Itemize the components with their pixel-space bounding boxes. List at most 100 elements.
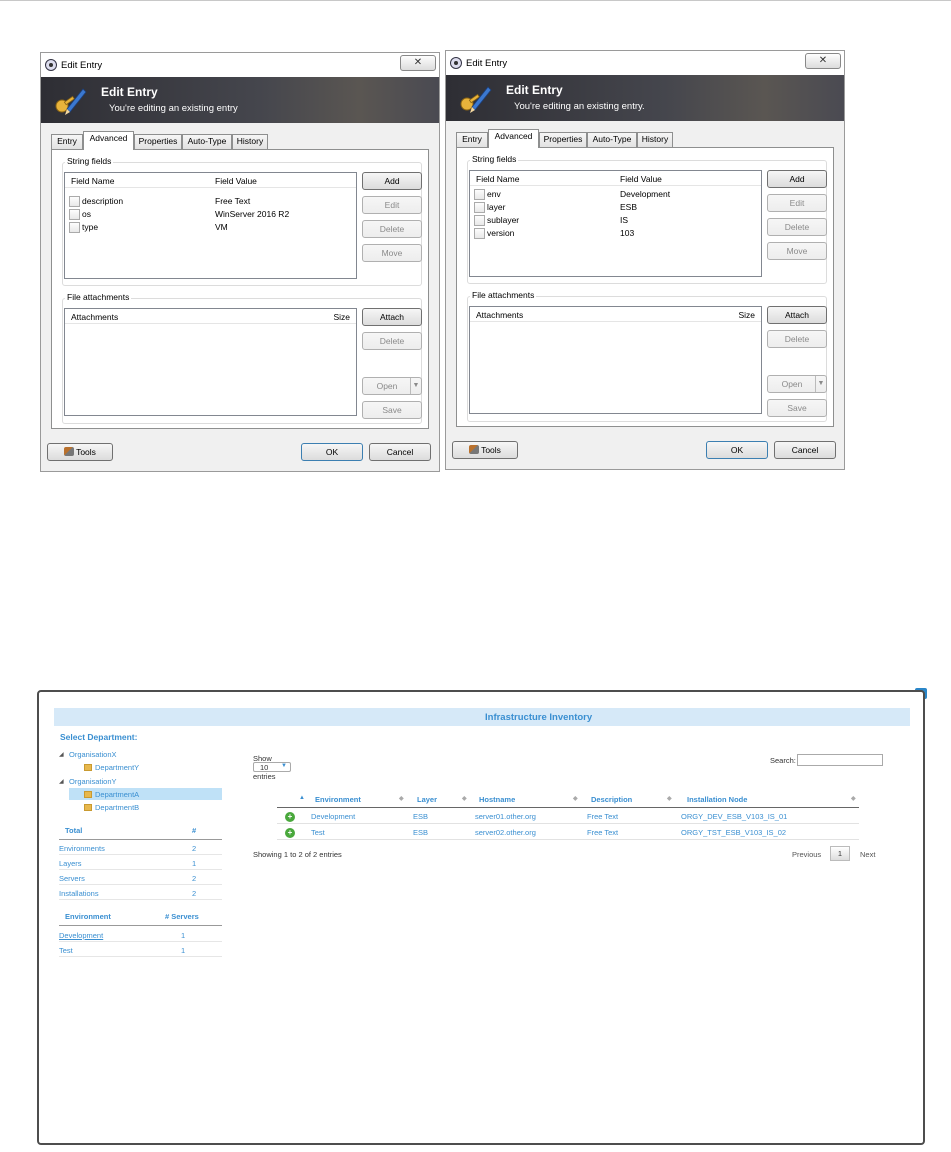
expand-triangle-icon[interactable]: ◢ — [59, 778, 64, 785]
tab-advanced[interactable]: Advanced — [83, 131, 134, 150]
col-environment[interactable]: Environment — [315, 795, 361, 804]
sort-icon[interactable]: ◆ — [851, 795, 856, 802]
tab-properties[interactable]: Properties — [539, 132, 587, 147]
expand-triangle-icon[interactable]: ◢ — [59, 751, 64, 758]
list-item[interactable]: os WinServer 2016 R2 — [65, 208, 356, 221]
edit-button[interactable]: Edit — [362, 196, 422, 214]
move-button[interactable]: Move — [362, 244, 422, 262]
expand-plus-icon[interactable]: + — [285, 812, 295, 822]
attachments-header[interactable]: Attachments — [71, 312, 118, 322]
totals-row: Layers 1 — [59, 856, 222, 870]
row-checkbox[interactable] — [69, 209, 80, 220]
attachments-header[interactable]: Attachments — [476, 310, 523, 320]
col-layer[interactable]: Layer — [417, 795, 437, 804]
col-hostname[interactable]: Hostname — [479, 795, 515, 804]
list-item[interactable]: sublayer IS — [470, 214, 761, 227]
size-header[interactable]: Size — [333, 312, 350, 322]
row-checkbox[interactable] — [69, 222, 80, 233]
delete-attachment-button[interactable]: Delete — [767, 330, 827, 348]
tab-entry[interactable]: Entry — [51, 134, 83, 149]
sort-icon[interactable]: ◆ — [399, 795, 404, 802]
tab-entry[interactable]: Entry — [456, 132, 488, 147]
list-item[interactable]: description Free Text — [65, 195, 356, 208]
field-value-header[interactable]: Field Value — [620, 174, 662, 184]
field-value-header[interactable]: Field Value — [215, 176, 257, 186]
attach-button[interactable]: Attach — [362, 308, 422, 326]
open-button[interactable]: Open ▼ — [362, 377, 422, 395]
attach-button[interactable]: Attach — [767, 306, 827, 324]
save-button[interactable]: Save — [362, 401, 422, 419]
edit-entry-window-1: Edit Entry ✕ Edit Entry You're editing a… — [40, 52, 440, 472]
size-header[interactable]: Size — [738, 310, 755, 320]
env-link[interactable]: Test — [59, 946, 73, 955]
edit-button[interactable]: Edit — [767, 194, 827, 212]
table-row[interactable]: + Development ESB server01.other.org Fre… — [277, 808, 859, 824]
row-checkbox[interactable] — [474, 189, 485, 200]
row-checkbox[interactable] — [474, 228, 485, 239]
row-checkbox[interactable] — [474, 202, 485, 213]
expand-plus-icon[interactable]: + — [285, 828, 295, 838]
chevron-down-icon[interactable]: ▼ — [815, 376, 826, 392]
search-input[interactable] — [797, 754, 883, 766]
entries-select[interactable]: 10 ▼ — [253, 762, 291, 772]
add-button[interactable]: Add — [362, 172, 422, 190]
ok-button[interactable]: OK — [706, 441, 768, 459]
list-item[interactable]: version 103 — [470, 227, 761, 240]
string-fields-list[interactable]: Field Name Field Value description Free … — [64, 172, 357, 279]
page-1-button[interactable]: 1 — [830, 846, 850, 861]
move-button[interactable]: Move — [767, 242, 827, 260]
delete-field-button[interactable]: Delete — [362, 220, 422, 238]
env-link[interactable]: Development — [59, 931, 103, 940]
tab-auto-type[interactable]: Auto-Type — [182, 134, 232, 149]
tab-auto-type[interactable]: Auto-Type — [587, 132, 637, 147]
tree-node-department-y[interactable]: DepartmentY — [84, 763, 139, 772]
sort-icon[interactable]: ◆ — [573, 795, 578, 802]
tools-button[interactable]: Tools — [452, 441, 518, 459]
list-header: Field Name Field Value — [65, 173, 356, 188]
tree-node-department-b[interactable]: DepartmentB — [84, 803, 139, 812]
cancel-button[interactable]: Cancel — [774, 441, 836, 459]
top-divider — [0, 0, 951, 1]
field-value: VM — [215, 222, 228, 232]
list-item[interactable]: type VM — [65, 221, 356, 234]
delete-attachment-button[interactable]: Delete — [362, 332, 422, 350]
tab-advanced[interactable]: Advanced — [488, 129, 539, 148]
cell-layer: ESB — [413, 812, 429, 821]
list-item[interactable]: layer ESB — [470, 201, 761, 214]
previous-button[interactable]: Previous — [792, 850, 821, 859]
tab-history[interactable]: History — [232, 134, 268, 149]
totals-count: 2 — [192, 844, 197, 853]
col-description[interactable]: Description — [591, 795, 632, 804]
attachments-list[interactable]: Attachments Size — [64, 308, 357, 416]
string-fields-list[interactable]: Field Name Field Value env Development l… — [469, 170, 762, 277]
delete-field-button[interactable]: Delete — [767, 218, 827, 236]
open-button[interactable]: Open ▼ — [767, 375, 827, 393]
close-button[interactable]: ✕ — [805, 53, 841, 69]
row-checkbox[interactable] — [69, 196, 80, 207]
chevron-down-icon[interactable]: ▼ — [410, 378, 421, 394]
field-name-header[interactable]: Field Name — [476, 174, 519, 184]
tab-history[interactable]: History — [637, 132, 673, 147]
add-button[interactable]: Add — [767, 170, 827, 188]
sort-icon[interactable]: ◆ — [667, 795, 672, 802]
tree-label: DepartmentA — [95, 790, 140, 799]
field-value: Free Text — [215, 196, 251, 206]
close-button[interactable]: ✕ — [400, 55, 436, 71]
tree-node-department-a[interactable]: DepartmentA — [84, 790, 139, 799]
attachments-list[interactable]: Attachments Size — [469, 306, 762, 414]
save-button[interactable]: Save — [767, 399, 827, 417]
col-installation-node[interactable]: Installation Node — [687, 795, 747, 804]
table-row[interactable]: + Test ESB server02.other.org Free Text … — [277, 824, 859, 840]
row-checkbox[interactable] — [474, 215, 485, 226]
open-label: Open — [781, 379, 803, 389]
list-item[interactable]: env Development — [470, 188, 761, 201]
ok-button[interactable]: OK — [301, 443, 363, 461]
sort-asc-icon[interactable]: ▲ — [299, 795, 305, 801]
next-button[interactable]: Next — [860, 850, 875, 859]
sort-icon[interactable]: ◆ — [462, 795, 467, 802]
cancel-button[interactable]: Cancel — [369, 443, 431, 461]
tab-properties[interactable]: Properties — [134, 134, 182, 149]
edit-entry-window-2: Edit Entry ✕ Edit Entry You're editing a… — [445, 50, 845, 470]
tools-button[interactable]: Tools — [47, 443, 113, 461]
field-name-header[interactable]: Field Name — [71, 176, 114, 186]
